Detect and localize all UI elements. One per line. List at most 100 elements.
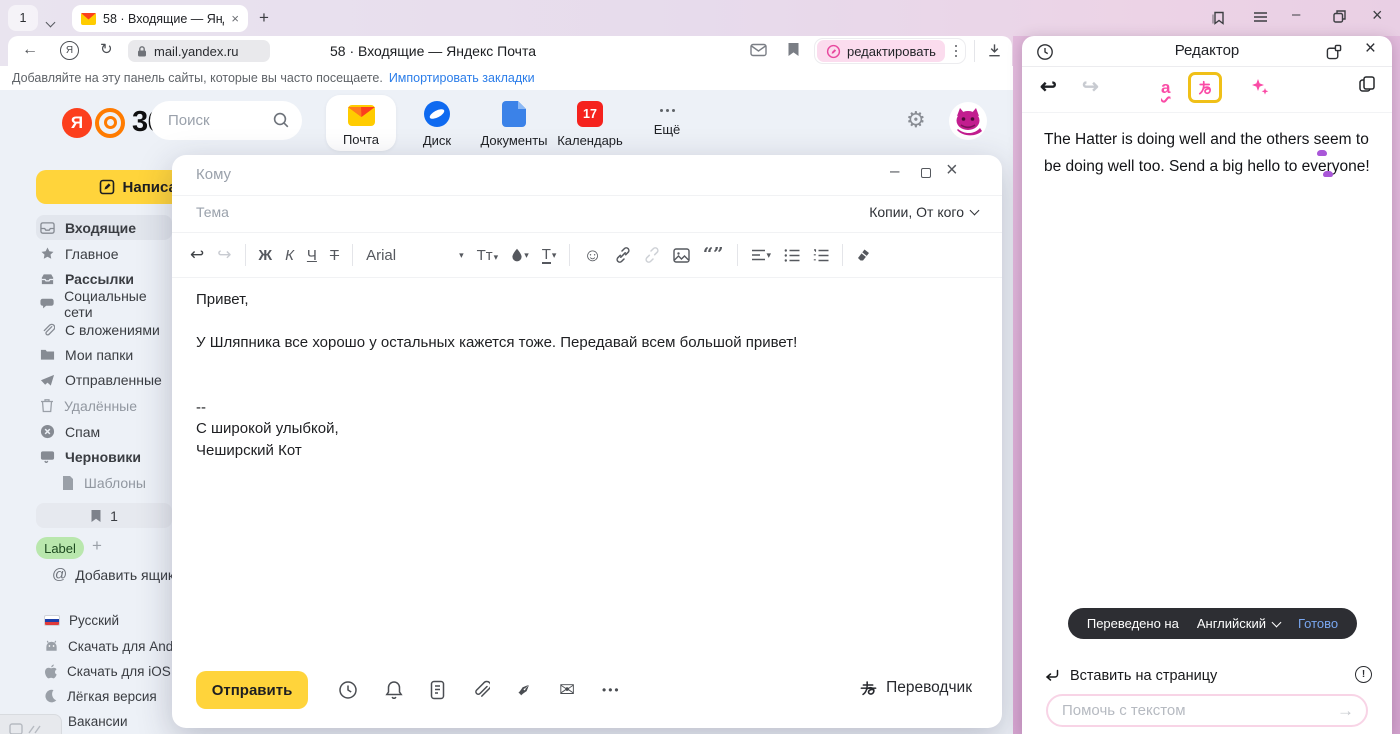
sidebar-item-attachments[interactable]: С вложениями [36, 317, 172, 342]
compose-minimize-icon[interactable]: – [890, 161, 899, 181]
panel-redo-icon[interactable]: ↪ [1082, 74, 1099, 99]
label-tag[interactable]: Label [36, 537, 84, 559]
sidebar-item-drafts[interactable]: Черновики [36, 444, 172, 469]
link-icon[interactable] [615, 247, 631, 263]
download-ios-link[interactable]: Скачать для iOS [44, 659, 171, 683]
tab-list-chevron-icon[interactable] [47, 13, 54, 31]
text-color-button[interactable]: Т▾ [542, 247, 557, 264]
edit-button[interactable]: редактировать [817, 40, 945, 62]
message-body[interactable]: Привет, У Шляпника все хорошо у остальны… [196, 289, 797, 461]
more-options-icon[interactable]: ••• [602, 683, 621, 697]
insert-to-page-button[interactable]: Вставить на страницу [1044, 668, 1217, 684]
done-button[interactable]: Готово [1298, 616, 1338, 631]
underline-button[interactable]: Ч [307, 247, 317, 264]
unlink-icon[interactable] [644, 247, 660, 263]
mail-notifier-icon[interactable] [750, 43, 767, 57]
bold-button[interactable]: Ж [259, 247, 273, 264]
sidebar-item-social[interactable]: Социальные сети [36, 291, 172, 316]
compose-close-icon[interactable]: × [946, 159, 958, 182]
app-more[interactable]: Ещё [632, 95, 702, 137]
search-icon[interactable] [272, 111, 290, 129]
yandex-button[interactable]: Я [60, 41, 79, 60]
info-icon[interactable]: ! [1355, 666, 1372, 683]
sidebar-item-inbox[interactable]: Входящие [36, 215, 172, 240]
tab-close-icon[interactable]: × [231, 11, 239, 26]
menu-icon[interactable] [1253, 10, 1268, 24]
attach-file-icon[interactable] [472, 680, 490, 700]
download-icon[interactable] [986, 42, 1003, 59]
edit-more-icon[interactable] [949, 45, 964, 58]
translator-button[interactable]: Переводчик [860, 679, 972, 697]
corner-widget[interactable] [0, 714, 62, 734]
signature-pen-icon[interactable]: ✒ [513, 678, 536, 701]
language-link[interactable]: Русский [44, 608, 119, 632]
sidebar-item-main[interactable]: Главное [36, 241, 172, 266]
add-mailbox[interactable]: @ Добавить ящик [52, 566, 174, 583]
submit-arrow-icon[interactable]: → [1337, 701, 1366, 721]
align-button[interactable]: ▾ [751, 249, 772, 261]
quote-icon[interactable]: “” [703, 250, 724, 260]
tab-counter[interactable]: 1 [8, 5, 38, 31]
app-calendar[interactable]: 17 Календарь [555, 95, 625, 148]
light-version-link[interactable]: Лёгкая версия [44, 684, 157, 708]
numbered-list-icon[interactable] [813, 249, 829, 262]
add-label-icon[interactable]: + [92, 536, 102, 556]
bookmarked-filter[interactable]: 1 [36, 503, 172, 528]
window-restore-icon[interactable] [1333, 10, 1346, 23]
sidebar-item-folders[interactable]: Мои папки [36, 342, 172, 367]
open-in-window-icon[interactable] [1326, 44, 1342, 60]
language-select[interactable]: Английский [1197, 616, 1280, 631]
url-field[interactable]: mail.yandex.ru [128, 40, 270, 62]
avatar[interactable] [949, 102, 987, 140]
app-disk[interactable]: Диск [402, 95, 472, 148]
ai-sparkles-icon[interactable] [1250, 77, 1270, 97]
compose-maximize-icon[interactable] [921, 168, 931, 178]
strikethrough-button[interactable]: Т [330, 247, 339, 264]
sidebar-item-trash[interactable]: Удалённые [36, 393, 172, 418]
to-field[interactable]: Кому [196, 166, 231, 183]
tab-title: 58 · Входящие — Яндек [103, 12, 224, 26]
app-mail[interactable]: Почта [326, 95, 396, 151]
font-family-select[interactable]: Arial [366, 247, 452, 264]
panel-close-icon[interactable]: × [1365, 38, 1376, 60]
copy-to-self-icon[interactable]: ✉ [559, 681, 575, 700]
history-clock-icon[interactable] [1036, 43, 1054, 61]
bullet-list-icon[interactable] [784, 249, 800, 262]
undo-icon[interactable]: ↩ [190, 245, 204, 265]
spellcheck-icon[interactable]: a [1161, 78, 1170, 98]
image-icon[interactable] [673, 248, 690, 263]
back-button[interactable]: ← [22, 41, 38, 59]
translate-tool-highlight[interactable] [1188, 72, 1222, 103]
refresh-icon[interactable]: ↻ [100, 40, 113, 58]
subject-field[interactable]: Тема [196, 204, 229, 220]
italic-button[interactable]: К [285, 247, 294, 264]
send-button[interactable]: Отправить [196, 671, 308, 709]
help-with-text-input[interactable] [1048, 702, 1337, 719]
sidebar-item-sent[interactable]: Отправленные [36, 367, 172, 392]
schedule-send-icon[interactable] [338, 680, 358, 700]
template-icon[interactable] [430, 680, 445, 700]
sidebar-item-spam[interactable]: Спам [36, 419, 172, 444]
reminder-bell-icon[interactable] [385, 680, 403, 700]
settings-gear-icon[interactable]: ⚙ [906, 109, 926, 131]
browser-tab[interactable]: 58 · Входящие — Яндек × [72, 5, 248, 32]
window-minimize-icon[interactable]: – [1292, 6, 1300, 23]
app-docs[interactable]: Документы [479, 95, 549, 148]
bookmarks-panel-icon[interactable] [1210, 9, 1227, 26]
search-box[interactable] [150, 101, 302, 140]
panel-undo-icon[interactable]: ↩ [1040, 74, 1057, 99]
redo-icon[interactable]: ↪ [217, 245, 231, 265]
font-family-caret[interactable]: ▾ [459, 250, 464, 261]
font-size-select[interactable]: Тт▾ [477, 247, 499, 264]
import-bookmarks-link[interactable]: Импортировать закладки [389, 71, 535, 85]
new-tab-button[interactable]: + [259, 8, 269, 28]
emoji-icon[interactable]: ☺ [583, 245, 601, 266]
sidebar-item-templates[interactable]: Шаблоны [36, 470, 172, 495]
bookmark-icon[interactable] [787, 42, 800, 57]
help-with-text-box[interactable]: → [1046, 694, 1368, 727]
eraser-icon[interactable] [856, 248, 872, 262]
highlight-color-button[interactable]: ▾ [511, 248, 529, 262]
window-close-icon[interactable]: × [1372, 5, 1383, 26]
cc-from-toggle[interactable]: Копии, От кого [869, 204, 978, 220]
copy-icon[interactable] [1358, 75, 1376, 93]
